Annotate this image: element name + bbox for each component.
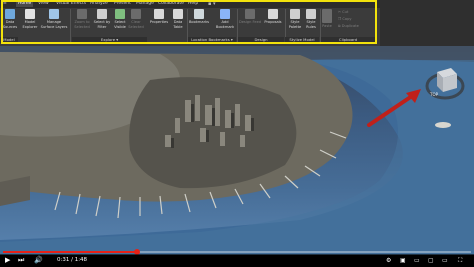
red-arrow-annotation — [367, 89, 421, 127]
video-time-display: 0:31 / 1:48 — [57, 257, 88, 263]
video-progress-fill — [3, 251, 138, 253]
video-progress-bar[interactable] — [3, 249, 471, 255]
next-icon[interactable]: ⏭ — [18, 256, 24, 265]
settings-icon[interactable]: ⚙ — [386, 256, 391, 265]
volume-icon[interactable]: 🔊 — [34, 256, 43, 265]
theater-mode-icon[interactable]: ▭ — [442, 256, 448, 265]
play-icon[interactable]: ▶ — [5, 256, 10, 265]
youtube-logo-icon[interactable]: ▣ — [400, 256, 406, 265]
ribbon-overflow-area — [380, 0, 474, 46]
ribbon: ≡ Home View Visual Effects Analyze Prese… — [0, 0, 380, 46]
miniplayer-icon[interactable]: ▢ — [428, 256, 434, 265]
highlight-box — [1, 0, 377, 44]
captions-icon[interactable]: ▭ — [414, 256, 420, 265]
viewcube-label: TOP — [430, 92, 439, 97]
fullscreen-icon[interactable]: ⛶ — [458, 256, 462, 265]
video-frame: TOP ≡ Home View Visual Effects Analyze P… — [0, 0, 474, 267]
